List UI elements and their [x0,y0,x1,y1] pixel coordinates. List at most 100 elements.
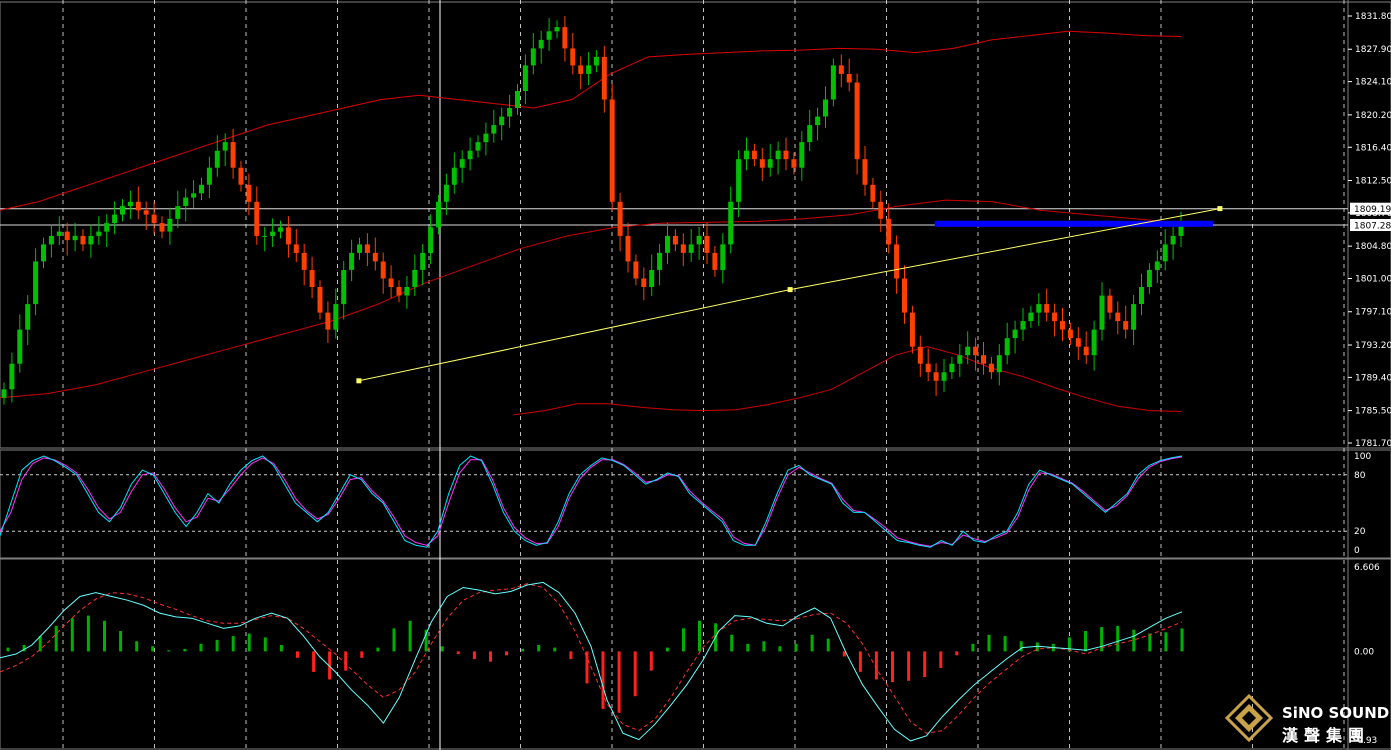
price-tick-label: 1793.20 [1355,341,1391,351]
candle-body [515,91,520,108]
logo-brand-en: SiNO SOUND [1282,704,1389,722]
price-panel[interactable] [0,16,1348,416]
candle-body [420,252,426,270]
candle-body [254,201,260,236]
candle-body [396,287,402,296]
candle-body [1,389,7,398]
price-tick-label: 1789.40 [1355,373,1391,383]
candle-body [1067,329,1073,339]
candle-body [483,133,489,143]
candle-body [823,99,828,117]
candle-body [736,159,742,202]
price-tick-label: 1820.20 [1355,111,1391,121]
candle-body [759,159,765,168]
candle-body [1099,295,1105,330]
candle-body [143,210,149,215]
candle-body [1107,295,1113,313]
candle-body [586,65,592,74]
trendline-price-tag: 1809.19 [1354,205,1391,215]
candle-body [317,287,323,313]
price-tick-label: 1827.90 [1355,45,1391,55]
candle-body [641,278,647,287]
trendline-anchor [1217,206,1223,212]
trading-chart[interactable]: 1831.80 1827.90 1824.10 1820.20 1816.40 1812.… [0,0,1391,750]
candle-body [807,125,813,143]
candle-body [854,82,860,160]
candle-body [649,270,655,287]
candle-body [1170,235,1176,245]
candle-body [151,214,157,224]
candle-body [41,244,46,262]
candle-body [578,65,584,74]
candle-body [1083,346,1089,356]
candle-body [238,167,244,185]
candle-body [775,150,781,160]
candle-body [751,150,757,160]
candle-body [167,218,173,232]
candle-body [712,252,718,270]
macd-line [0,581,1183,742]
sinosound-logo: SiNO SOUND 漢聲集團 [1224,693,1389,745]
macd-panel[interactable] [0,581,1184,742]
candle-body [1139,287,1144,304]
candle-body [499,116,505,126]
candle-body [270,231,276,236]
price-tick-label: 1831.80 [1355,12,1391,22]
candle-body [957,355,963,364]
panel-frame [0,558,1391,750]
candle-body [522,65,528,91]
logo-brand-zh: 漢聲集團 [1282,726,1370,745]
price-tick-label: 1801.00 [1355,275,1391,285]
candle-body [902,278,907,313]
candle-body [570,48,576,66]
candle-body [870,184,876,202]
candle-body [917,346,923,364]
candle-body [894,244,900,279]
candle-body [799,142,805,168]
candle-body [1162,244,1168,262]
candle-body [538,39,544,49]
candle-body [80,235,86,245]
candle-body [696,235,702,245]
stoch-tick-label: 80 [1354,471,1366,481]
candle-body [33,261,39,305]
candle-body [467,150,473,160]
candle-body [633,261,639,279]
current-price-tag: 1807.28 [1354,222,1391,232]
candle-body [222,142,228,151]
candle-body [1154,261,1160,270]
candle-body [1123,321,1129,330]
price-tick-label: 1824.10 [1355,78,1391,88]
candle-body [175,206,181,219]
candle-body [546,31,552,40]
candle-body [72,235,78,241]
candle-body [475,142,481,151]
price-tick-label: 1812.50 [1355,177,1391,187]
candle-body [830,65,836,100]
candle-body [973,346,979,356]
candle-body [404,287,410,296]
candle-body [933,372,939,381]
candle-body [262,235,268,237]
candle-body [199,184,204,194]
candle-body [878,201,884,219]
candle-body [838,65,844,74]
candle-body [120,206,125,215]
candle-body [372,252,378,262]
candle-body [428,227,434,253]
price-tick-label: 1785.50 [1355,407,1391,417]
candle-body [530,48,536,66]
candle-body [601,56,607,100]
candle-body [1052,312,1058,322]
candle-body [285,227,291,245]
candle-body [214,150,220,168]
stochastic-panel[interactable] [0,455,1348,548]
candle-body [56,231,62,236]
macd-signal-line [0,583,1183,734]
stoch-tick-label: 20 [1354,527,1366,537]
candle-body [720,244,726,270]
candle-body [507,108,513,117]
candle-body [996,355,1002,373]
candle-body [665,235,670,253]
trendline [358,208,1220,382]
